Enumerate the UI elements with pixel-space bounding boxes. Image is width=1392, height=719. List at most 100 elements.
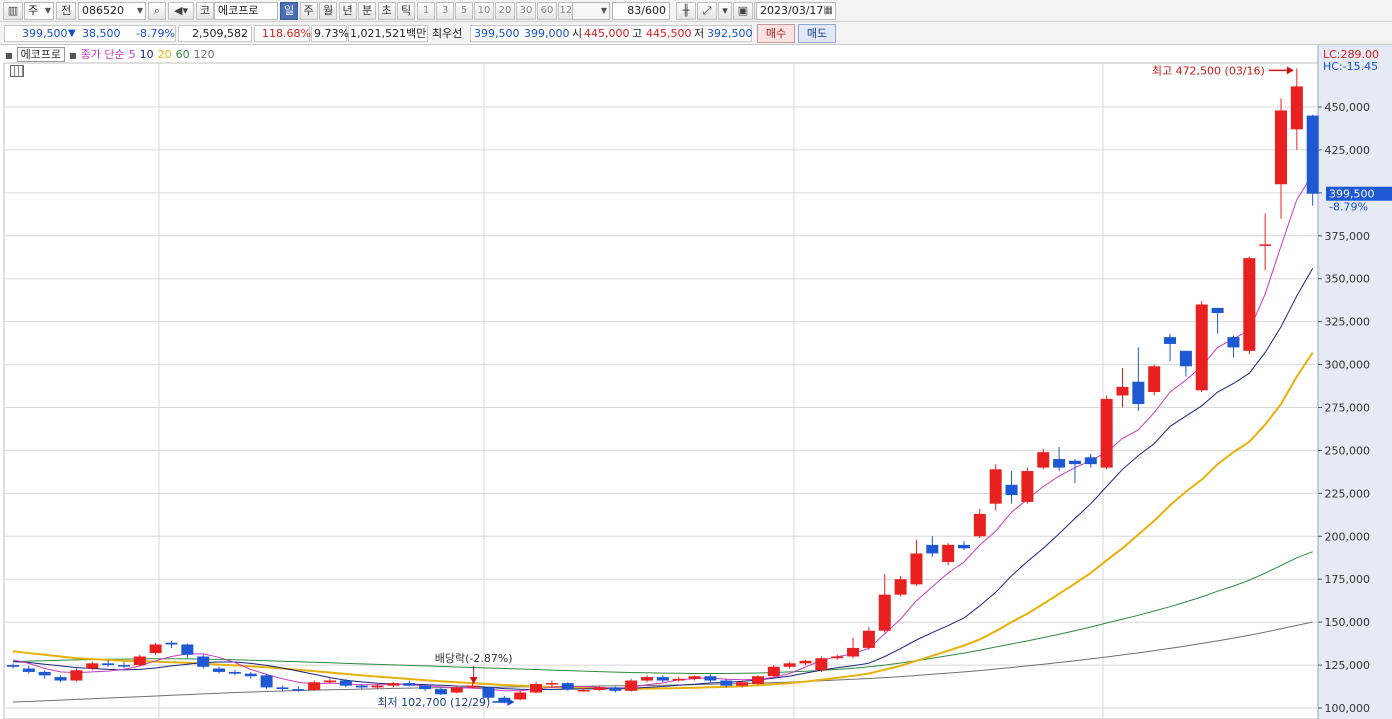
candle-body[interactable] — [1211, 307, 1224, 314]
candle-body[interactable] — [530, 683, 543, 693]
candle-body[interactable] — [625, 680, 638, 691]
candle-body[interactable] — [1195, 304, 1208, 391]
candle-body[interactable] — [910, 553, 923, 585]
candle-body[interactable] — [545, 683, 558, 685]
prev-button[interactable]: 전 — [56, 2, 76, 20]
period-button-4[interactable]: 분 — [358, 2, 376, 20]
candle-body[interactable] — [672, 678, 685, 681]
candle-body[interactable] — [371, 685, 384, 688]
candle-body[interactable] — [751, 676, 764, 684]
candle-body[interactable] — [450, 687, 463, 693]
candle-body[interactable] — [1290, 86, 1303, 130]
candle-body[interactable] — [419, 685, 432, 690]
candle-body[interactable] — [197, 656, 210, 667]
candle-body[interactable] — [1132, 381, 1145, 405]
candle-body[interactable] — [228, 671, 241, 674]
count-field[interactable]: 83/600 — [612, 2, 670, 20]
candle-body[interactable] — [1148, 366, 1161, 393]
buy-button[interactable]: 매수 — [757, 24, 795, 43]
candle-body[interactable] — [1100, 398, 1113, 468]
candle-body[interactable] — [1116, 386, 1129, 396]
candle-icon[interactable]: ╫ — [676, 2, 696, 20]
candle-body[interactable] — [276, 687, 289, 690]
candle-body[interactable] — [324, 680, 336, 683]
candle-body[interactable] — [22, 668, 35, 672]
candle-body[interactable] — [244, 673, 257, 677]
candle-body[interactable] — [181, 644, 194, 655]
save-icon[interactable]: ▣ — [733, 2, 753, 20]
candle-body[interactable] — [593, 687, 606, 690]
candle-body[interactable] — [102, 663, 115, 666]
candle-body[interactable] — [1259, 244, 1272, 246]
candle-body[interactable] — [926, 544, 939, 554]
minute-button-20[interactable]: 20 — [495, 2, 515, 20]
legend-stock-name[interactable]: 에코프로 — [16, 47, 66, 62]
candle-body[interactable] — [656, 677, 669, 681]
candle-body[interactable] — [1275, 110, 1287, 185]
speaker-icon[interactable]: ◀▾ — [168, 2, 194, 20]
stock-code-input[interactable]: 086520 ▼ — [78, 2, 146, 20]
candle-body[interactable] — [862, 630, 875, 648]
sell-button[interactable]: 매도 — [798, 24, 836, 43]
type-select[interactable]: 주 ▼ — [24, 2, 54, 20]
candle-body[interactable] — [720, 680, 733, 686]
candle-body[interactable] — [1179, 350, 1192, 367]
candle-body[interactable] — [514, 692, 527, 700]
candle-body[interactable] — [847, 647, 860, 657]
minute-custom-select[interactable]: ▼ — [572, 2, 610, 20]
period-button-1[interactable]: 주 — [299, 2, 318, 20]
candle-body[interactable] — [989, 469, 1002, 504]
candle-body[interactable] — [260, 675, 273, 688]
candle-body[interactable] — [86, 663, 99, 669]
candle-body[interactable] — [561, 683, 574, 690]
minute-button-1[interactable]: 1 — [417, 2, 435, 20]
period-button-6[interactable]: 틱 — [397, 2, 415, 20]
candle-body[interactable] — [878, 594, 891, 631]
candle-body[interactable] — [799, 660, 812, 664]
candle-body[interactable] — [1084, 457, 1097, 465]
candle-body[interactable] — [133, 656, 146, 666]
candle-body[interactable] — [213, 668, 226, 672]
candle-body[interactable] — [355, 685, 368, 688]
minute-button-30[interactable]: 30 — [516, 2, 536, 20]
minute-button-3[interactable]: 3 — [436, 2, 454, 20]
minute-button-5[interactable]: 5 — [455, 2, 473, 20]
candle-body[interactable] — [1227, 337, 1240, 348]
candle-body[interactable] — [815, 658, 828, 671]
candle-body[interactable] — [1306, 115, 1319, 194]
candle-body[interactable] — [942, 544, 955, 563]
candle-body[interactable] — [1021, 471, 1034, 502]
candle-body[interactable] — [339, 680, 352, 686]
candle-body[interactable] — [117, 665, 130, 667]
candle-body[interactable] — [38, 671, 51, 676]
date-field[interactable]: 2023/03/17 ▦ — [756, 2, 836, 20]
period-button-2[interactable]: 월 — [319, 2, 337, 20]
search-icon[interactable]: ⌕ — [148, 2, 166, 20]
minute-button-60[interactable]: 60 — [537, 2, 557, 20]
period-button-5[interactable]: 초 — [377, 2, 396, 20]
candle-body[interactable] — [609, 687, 622, 691]
candle-body[interactable] — [1037, 452, 1050, 468]
candle-body[interactable] — [308, 682, 321, 690]
candle-body[interactable] — [894, 579, 907, 595]
candle-body[interactable] — [1243, 258, 1256, 351]
candle-body[interactable] — [70, 670, 83, 681]
candle-body[interactable] — [434, 689, 447, 695]
candle-body[interactable] — [149, 644, 162, 654]
chart-type-icon[interactable]: ⤢ — [697, 2, 717, 20]
period-button-0[interactable]: 일 — [280, 2, 298, 20]
chart-area[interactable]: 100,000 125,000 150,000 175,000 200,000 225,0… — [0, 45, 1392, 719]
candle-body[interactable] — [736, 682, 749, 686]
minute-button-10[interactable]: 10 — [474, 2, 494, 20]
candle-body[interactable] — [704, 676, 717, 681]
candle-body[interactable] — [783, 663, 796, 667]
table-grid-icon[interactable] — [10, 65, 24, 77]
candle-body[interactable] — [688, 676, 701, 679]
candle-body[interactable] — [767, 666, 780, 677]
candle-body[interactable] — [1005, 484, 1018, 496]
candle-body[interactable] — [831, 656, 844, 659]
candle-body[interactable] — [165, 642, 178, 645]
candlestick-chart[interactable]: 100,000 125,000 150,000 175,000 200,000 225,0… — [0, 45, 1392, 719]
candle-body[interactable] — [577, 689, 590, 692]
chevron-down-icon[interactable]: ▾ — [718, 2, 732, 20]
